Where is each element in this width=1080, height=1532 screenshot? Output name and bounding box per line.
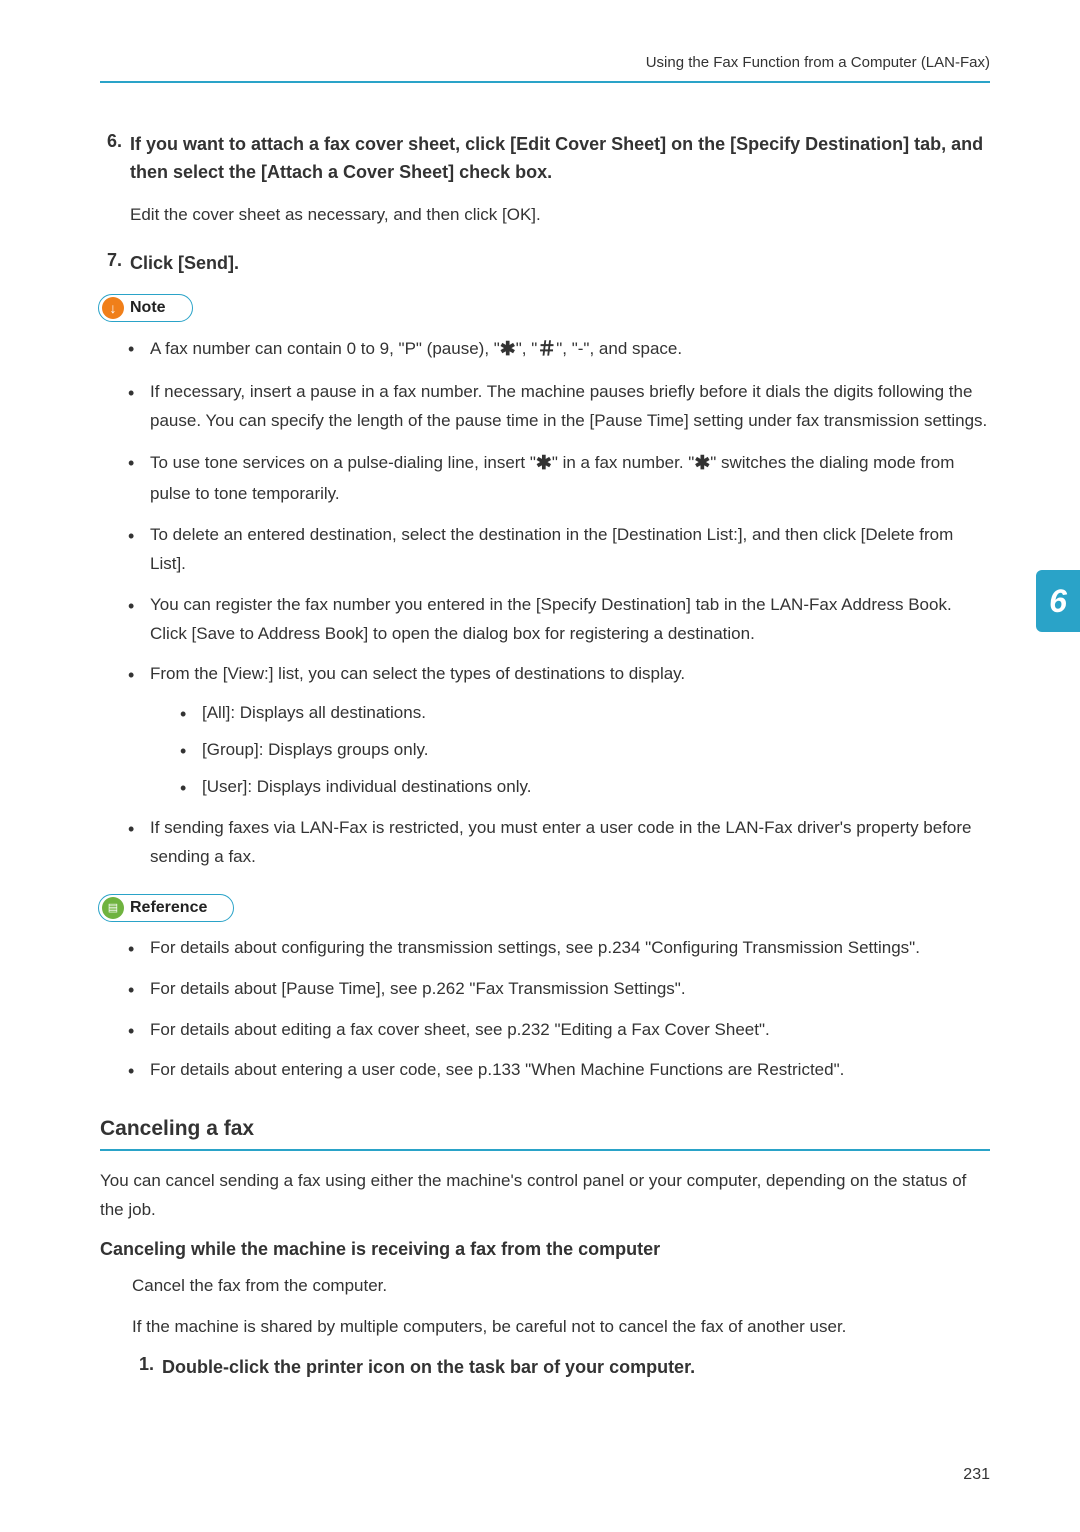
chapter-tab: 6 [1036, 570, 1080, 632]
list-item: If necessary, insert a pause in a fax nu… [128, 378, 990, 436]
page-number: 231 [963, 1466, 990, 1484]
step-title: If you want to attach a fax cover sheet,… [130, 131, 990, 187]
step-number: 1. [132, 1354, 162, 1382]
list-item: [User]: Displays individual destinations… [180, 773, 990, 802]
reference-doc-icon: ▤ [102, 897, 124, 919]
text-fragment: ", " [516, 339, 538, 358]
star-icon: ✱ [694, 453, 710, 474]
list-item: For details about [Pause Time], see p.26… [128, 975, 990, 1004]
step-number: 6. [100, 131, 130, 244]
step-title: Double-click the printer icon on the tas… [162, 1354, 695, 1382]
hash-icon: ＃ [537, 339, 556, 360]
header-divider [100, 81, 990, 83]
sub-heading: Canceling while the machine is receiving… [100, 1239, 990, 1260]
list-item: To delete an entered destination, select… [128, 521, 990, 579]
list-item: [All]: Displays all destinations. [180, 699, 990, 728]
text-fragment: To use tone services on a pulse-dialing … [150, 453, 536, 472]
note-label: Note [130, 299, 166, 317]
body-text: You can cancel sending a fax using eithe… [100, 1167, 990, 1225]
text-fragment: A fax number can contain 0 to 9, "P" (pa… [150, 339, 500, 358]
list-item: [Group]: Displays groups only. [180, 736, 990, 765]
reference-label: Reference [130, 899, 207, 917]
list-item: You can register the fax number you ente… [128, 591, 990, 649]
running-header: Using the Fax Function from a Computer (… [100, 54, 990, 71]
step-title: Click [Send]. [130, 250, 990, 278]
note-badge: ↓ Note [98, 294, 193, 322]
list-item: For details about configuring the transm… [128, 934, 990, 963]
star-icon: ✱ [500, 339, 516, 360]
text-fragment: " in a fax number. " [552, 453, 694, 472]
body-text: If the machine is shared by multiple com… [132, 1313, 990, 1342]
list-item: If sending faxes via LAN-Fax is restrict… [128, 814, 990, 872]
list-item: To use tone services on a pulse-dialing … [128, 448, 990, 509]
step-number: 7. [100, 250, 130, 278]
section-divider [100, 1149, 990, 1151]
body-text: Cancel the fax from the computer. [132, 1272, 990, 1301]
text-fragment: ", "-", and space. [556, 339, 682, 358]
section-heading: Canceling a fax [100, 1117, 990, 1141]
star-icon: ✱ [536, 453, 552, 474]
list-item: For details about entering a user code, … [128, 1056, 990, 1085]
list-item: From the [View:] list, you can select th… [128, 660, 990, 802]
step-text: Edit the cover sheet as necessary, and t… [130, 201, 990, 230]
text-fragment: From the [View:] list, you can select th… [150, 664, 685, 683]
list-item: For details about editing a fax cover sh… [128, 1016, 990, 1045]
list-item: A fax number can contain 0 to 9, "P" (pa… [128, 334, 990, 366]
note-down-arrow-icon: ↓ [102, 297, 124, 319]
reference-badge: ▤ Reference [98, 894, 234, 922]
